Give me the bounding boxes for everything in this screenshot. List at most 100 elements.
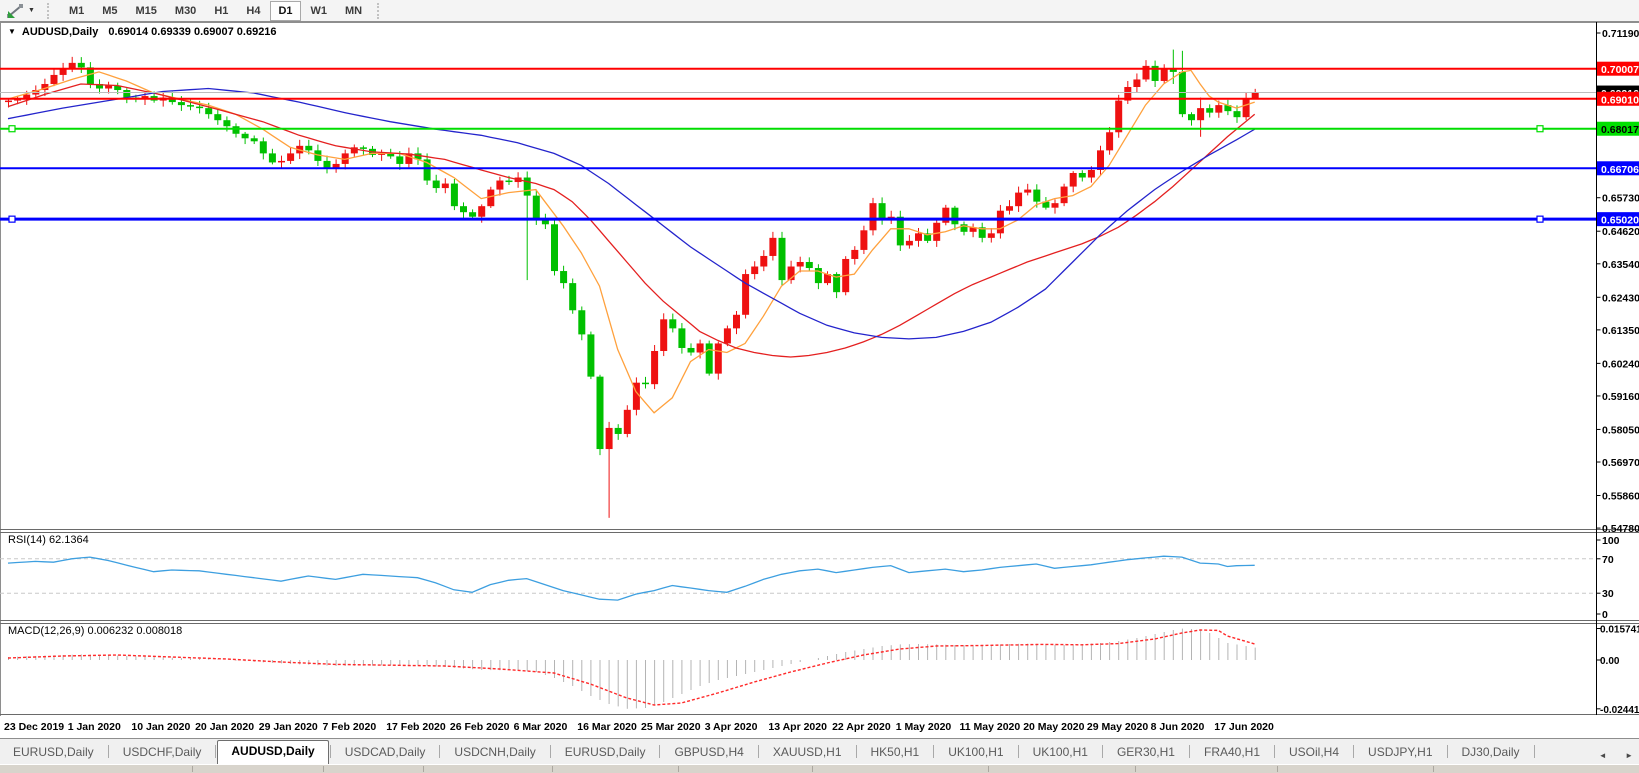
candle-body (905, 240, 913, 246)
candle-body (259, 141, 267, 154)
chart-tab-audusd-daily[interactable]: AUDUSD,Daily (217, 740, 329, 764)
candle-body (623, 409, 631, 434)
tab-separator (659, 745, 661, 758)
price-axis-label: 0.71190 (1602, 28, 1639, 40)
chart-svg[interactable]: 0.711900.700800.689700.679200.668100.657… (0, 22, 1639, 716)
chart-tab-ger30-h1[interactable]: GER30,H1 (1104, 742, 1188, 764)
candle-body (733, 314, 740, 329)
chart-tab-usdjpy-h1[interactable]: USDJPY,H1 (1355, 742, 1445, 764)
candle-body (814, 268, 822, 284)
chart-tab-usdchf-daily[interactable]: USDCHF,Daily (110, 742, 215, 764)
price-badge-label: 0.70007 (1601, 64, 1639, 76)
candle-body (1051, 203, 1059, 208)
candle-body (1087, 169, 1095, 178)
chart-tab-xauusd-h1[interactable]: XAUUSD,H1 (760, 742, 855, 764)
level-handle[interactable] (1536, 215, 1544, 223)
chart-tab-uk100-h1[interactable]: UK100,H1 (935, 742, 1016, 764)
timeframe-button-m15[interactable]: M15 (128, 1, 165, 21)
timeframe-button-h4[interactable]: H4 (238, 1, 268, 21)
candle-body (1215, 105, 1223, 113)
toolbar-grip (46, 2, 54, 19)
time-axis-label: 1 Jan 2020 (67, 721, 121, 733)
candle-body (742, 274, 750, 315)
level-handle[interactable] (8, 215, 16, 223)
status-separator (1433, 766, 1434, 772)
chart-tab-fra40-h1[interactable]: FRA40,H1 (1191, 742, 1273, 764)
level-handle[interactable] (8, 125, 16, 133)
tab-separator (1533, 745, 1535, 758)
timeframe-button-d1[interactable]: D1 (270, 0, 301, 21)
time-axis-label: 10 Jan 2020 (131, 721, 191, 733)
chart-tab-eurusd-daily[interactable]: EURUSD,Daily (0, 742, 107, 764)
candle-body (896, 216, 904, 246)
candle-body (678, 328, 686, 348)
rsi-axis-label: 100 (1602, 535, 1620, 547)
candle-body (123, 90, 131, 98)
chart-tab-gbpusd-h4[interactable]: GBPUSD,H4 (661, 742, 756, 764)
candle-body (642, 382, 649, 385)
timeframe-button-m30[interactable]: M30 (167, 1, 204, 21)
timeframe-button-m5[interactable]: M5 (94, 1, 125, 21)
tab-separator (1353, 745, 1355, 758)
candle-body (587, 334, 595, 377)
timeframe-button-m1[interactable]: M1 (61, 1, 92, 21)
candle-body (59, 68, 67, 75)
candle-body (578, 310, 586, 335)
status-separator (552, 766, 553, 772)
time-axis-label: 16 Mar 2020 (577, 721, 637, 733)
candle-body (5, 100, 12, 103)
candle-body (1206, 108, 1214, 113)
candle-body (860, 230, 868, 250)
candle-body (1006, 206, 1013, 211)
candle-body (359, 147, 367, 149)
price-axis-label: 0.56970 (1602, 457, 1639, 469)
candle-body (933, 222, 941, 241)
tab-scroll-left-icon[interactable]: ◄ (1599, 751, 1607, 760)
candle-body (878, 203, 886, 220)
candle-body (760, 255, 768, 267)
candle-body (1033, 189, 1041, 202)
candle-body (250, 138, 258, 142)
candle-body (469, 212, 477, 217)
status-separator (192, 766, 193, 772)
price-axis-label: 0.61350 (1602, 325, 1639, 337)
status-separator (323, 766, 324, 772)
timeframe-button-h1[interactable]: H1 (206, 1, 236, 21)
candle-body (496, 180, 504, 190)
time-axis-label: 13 Apr 2020 (768, 721, 827, 733)
price-badge-label: 0.69010 (1601, 94, 1639, 106)
time-axis-label: 22 Apr 2020 (832, 721, 891, 733)
time-axis-label: 29 May 2020 (1086, 721, 1149, 733)
candle-body (723, 328, 731, 344)
line-studies-icon[interactable] (6, 3, 26, 19)
candle-body (187, 105, 194, 107)
candle-body (1188, 114, 1195, 121)
toolbar-dropdown-icon[interactable]: ▼ (28, 7, 35, 14)
chart-tab-usoil-h4[interactable]: USOil,H4 (1276, 742, 1352, 764)
tab-scroll-right-icon[interactable]: ► (1625, 751, 1633, 760)
candle-body (796, 261, 804, 267)
chart-tab-hk50-h1[interactable]: HK50,H1 (858, 742, 933, 764)
candle-body (751, 266, 759, 275)
candle-body (1160, 68, 1168, 81)
chart-tab-uk100-h1[interactable]: UK100,H1 (1020, 742, 1101, 764)
chart-tab-usdcad-daily[interactable]: USDCAD,Daily (332, 742, 439, 764)
time-axis-label: 3 Apr 2020 (704, 721, 758, 733)
status-separator (1135, 766, 1136, 772)
chart-tab-eurusd-daily[interactable]: EURUSD,Daily (552, 742, 659, 764)
candle-body (651, 350, 659, 385)
candle-body (569, 283, 577, 311)
candle-body (50, 74, 58, 84)
candle-body (441, 183, 449, 189)
timeframe-button-mn[interactable]: MN (337, 1, 370, 21)
rsi-axis-label: 0 (1602, 609, 1608, 621)
chart-tab-usdcnh-daily[interactable]: USDCNH,Daily (441, 742, 548, 764)
chart-canvas[interactable]: 0.711900.700800.689700.679200.668100.657… (0, 22, 1639, 716)
candle-body (951, 207, 959, 225)
timeframe-button-w1[interactable]: W1 (303, 1, 336, 21)
candle-body (196, 106, 204, 109)
level-handle[interactable] (1536, 125, 1544, 133)
chart-tab-dj30-daily[interactable]: DJ30,Daily (1449, 742, 1533, 764)
candle-body (660, 319, 668, 351)
rsi-axis-label: 30 (1602, 588, 1614, 600)
